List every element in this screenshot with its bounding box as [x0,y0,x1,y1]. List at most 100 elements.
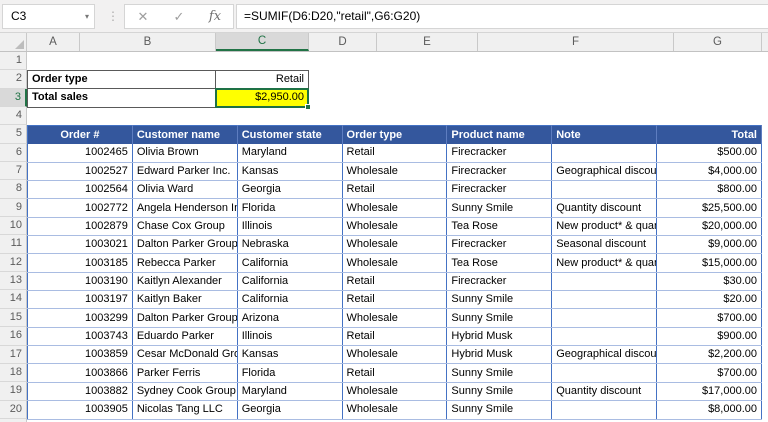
column-header-c[interactable]: C [216,33,309,51]
cell[interactable]: $4,000.00 [656,162,762,182]
cell[interactable]: Wholesale [342,400,448,420]
row-header-20[interactable]: 20 [0,400,27,419]
row-header-11[interactable]: 11 [0,235,27,254]
cell[interactable]: Sunny Smile [446,308,553,328]
cell[interactable]: Retail [342,290,448,310]
cell[interactable]: Cesar McDonald Group [132,345,238,365]
cell[interactable]: Tea Rose [446,217,553,237]
cell[interactable]: $15,000.00 [656,253,762,273]
cell[interactable]: Kansas [237,162,343,182]
cell[interactable]: California [237,272,343,292]
cell[interactable]: Wholesale [342,308,448,328]
cell[interactable]: Chase Cox Group [132,217,238,237]
cell[interactable]: $800.00 [656,180,762,200]
column-header-g[interactable]: G [674,33,762,51]
cancel-icon[interactable]: ✕ [125,5,161,28]
cell[interactable]: Wholesale [342,217,448,237]
cell[interactable]: Maryland [237,382,343,402]
column-header-a[interactable]: A [27,33,80,51]
cell[interactable]: $20.00 [656,290,762,310]
cell[interactable]: California [237,290,343,310]
row-header-4[interactable]: 4 [0,107,27,126]
order-type-value-cell[interactable]: Retail [216,71,309,90]
cell[interactable]: Sydney Cook Group [132,382,238,402]
cell[interactable]: Dalton Parker Group [132,235,238,255]
cell[interactable]: Tea Rose [446,253,553,273]
table-column-header[interactable]: Order # [27,125,133,144]
cell[interactable]: Nebraska [237,235,343,255]
cell[interactable]: Wholesale [342,235,448,255]
table-column-header[interactable]: Customer state [237,125,343,144]
cell[interactable]: 1003299 [27,308,133,328]
cell[interactable]: Florida [237,363,343,383]
cell[interactable]: New product* & quantity discount [551,253,658,273]
cell[interactable]: 1002879 [27,217,133,237]
cell[interactable]: New product* & quantity discount [551,217,658,237]
cell[interactable]: 1002465 [27,143,133,163]
row-header-18[interactable]: 18 [0,363,27,383]
cell[interactable]: Wholesale [342,382,448,402]
cell[interactable]: Dalton Parker Group [132,308,238,328]
cell[interactable]: Wholesale [342,345,448,365]
cell[interactable]: 1003185 [27,253,133,273]
row-header-1[interactable]: 1 [0,52,27,71]
cell[interactable]: Sunny Smile [446,363,553,383]
cell[interactable] [551,400,658,420]
cell[interactable]: Nicolas Tang LLC [132,400,238,420]
row-header-2[interactable]: 2 [0,70,27,89]
cell[interactable]: $8,000.00 [656,400,762,420]
cell[interactable]: California [237,253,343,273]
cell[interactable]: $25,500.00 [656,198,762,218]
cell[interactable] [551,363,658,383]
cell[interactable]: Geographical discounts* [551,162,658,182]
cell[interactable]: 1002772 [27,198,133,218]
row-header-14[interactable]: 14 [0,290,27,309]
row-header-15[interactable]: 15 [0,308,27,328]
table-column-header[interactable]: Customer name [132,125,238,144]
cell[interactable]: 1003190 [27,272,133,292]
formula-input[interactable]: =SUMIF(D6:D20,"retail",G6:G20) [236,4,768,29]
cell[interactable]: 1002527 [27,162,133,182]
cell[interactable]: Firecracker [446,143,553,163]
cell[interactable]: Rebecca Parker [132,253,238,273]
row-header-19[interactable]: 19 [0,382,27,401]
cell[interactable]: Kaitlyn Alexander [132,272,238,292]
cell[interactable] [551,290,658,310]
cell[interactable]: Georgia [237,400,343,420]
order-type-label-cell[interactable]: Order type [27,71,216,90]
cell[interactable]: $700.00 [656,363,762,383]
cell[interactable]: Wholesale [342,253,448,273]
cell[interactable]: Retail [342,327,448,347]
cell[interactable]: Geographical discounts* [551,345,658,365]
cell[interactable]: Angela Henderson Inc. [132,198,238,218]
cell[interactable]: Hybrid Musk [446,327,553,347]
cell[interactable]: 1003905 [27,400,133,420]
cell[interactable]: Sunny Smile [446,198,553,218]
cell[interactable]: Firecracker [446,235,553,255]
cell[interactable]: Kaitlyn Baker [132,290,238,310]
fill-handle[interactable] [305,103,311,110]
row-header-6[interactable]: 6 [0,143,27,163]
cell[interactable]: Quantity discount [551,382,658,402]
cell[interactable]: Wholesale [342,162,448,182]
total-sales-result-cell[interactable]: $2,950.00 [215,88,311,110]
cell[interactable]: $17,000.00 [656,382,762,402]
cell[interactable]: Wholesale [342,198,448,218]
cell[interactable]: Georgia [237,180,343,200]
column-header-f[interactable]: F [478,33,674,51]
select-all-button[interactable] [0,33,27,51]
column-header-d[interactable]: D [309,33,377,51]
table-column-header[interactable]: Product name [446,125,553,144]
cell[interactable]: Florida [237,198,343,218]
cell[interactable]: $700.00 [656,308,762,328]
cell[interactable]: Maryland [237,143,343,163]
cell[interactable]: Parker Ferris [132,363,238,383]
cell[interactable]: 1003859 [27,345,133,365]
table-column-header[interactable]: Total [656,125,762,144]
row-header-17[interactable]: 17 [0,345,27,364]
cell[interactable]: Sunny Smile [446,290,553,310]
cell[interactable] [551,308,658,328]
name-box[interactable]: C3 ▾ [2,4,95,29]
cell[interactable]: Retail [342,272,448,292]
cell[interactable]: $500.00 [656,143,762,163]
